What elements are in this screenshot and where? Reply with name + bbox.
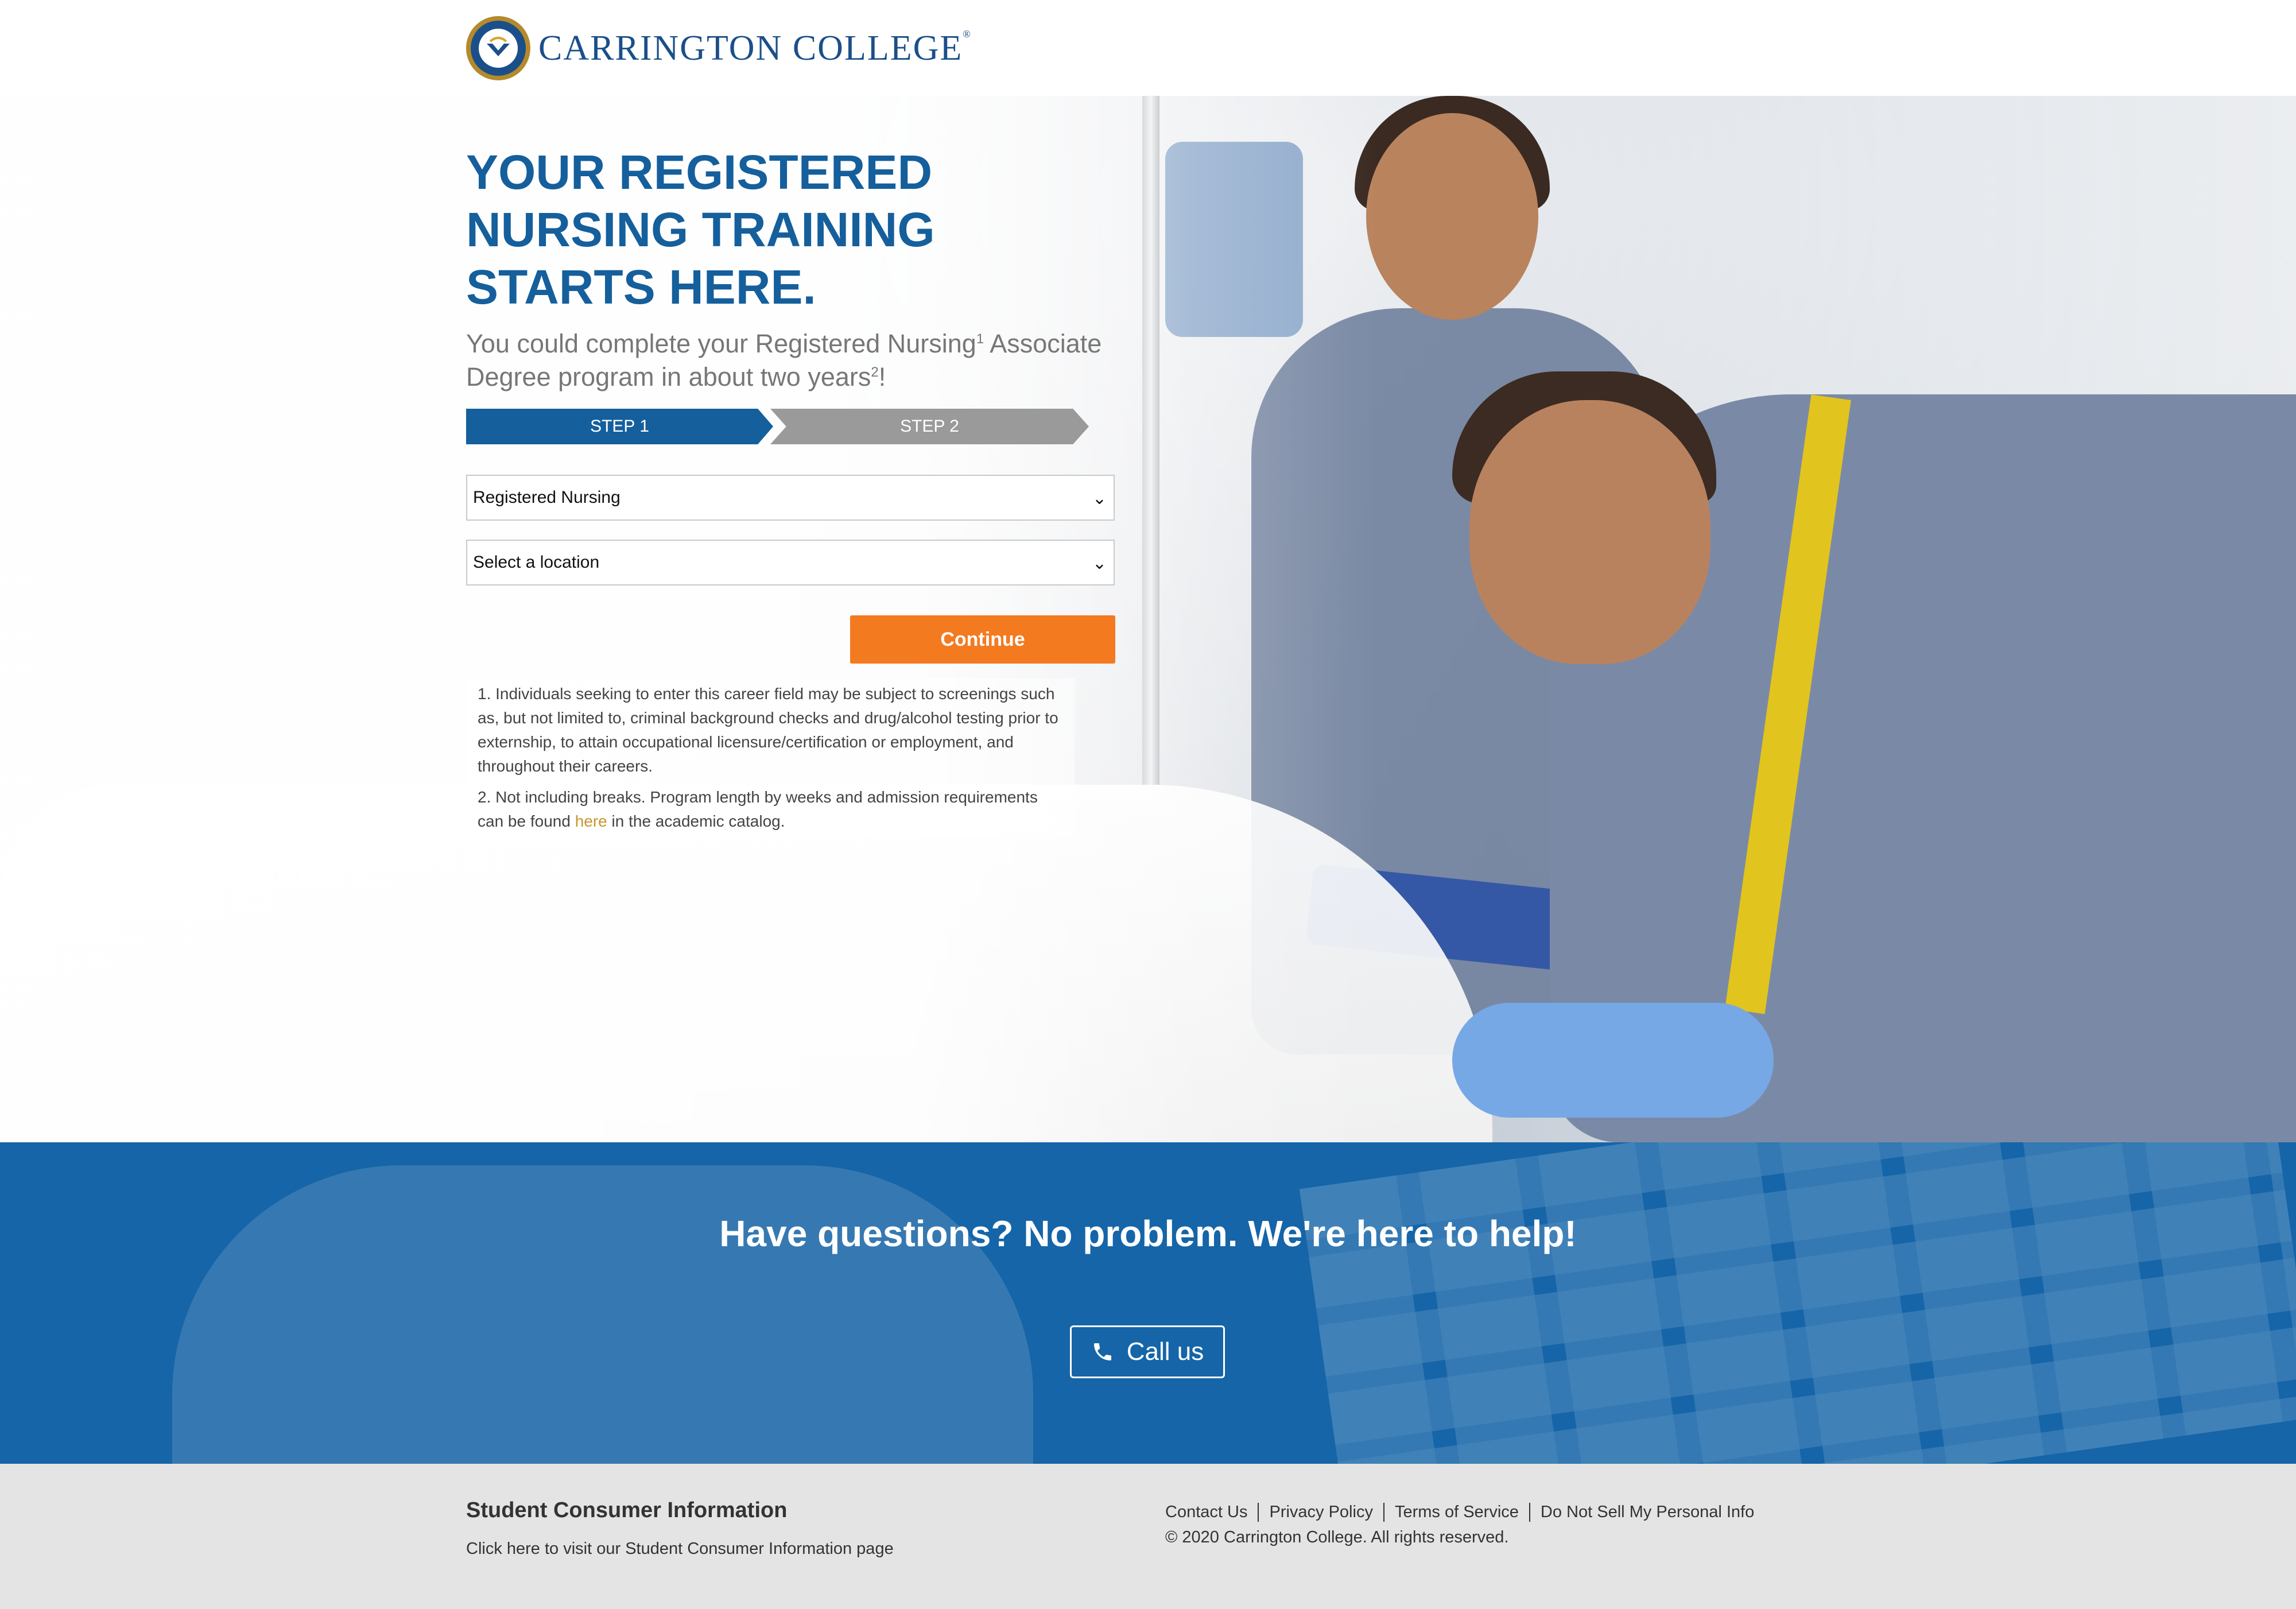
program-select[interactable]: Registered Nursing ⌄ [466, 475, 1115, 521]
footer-links: Contact Us Privacy Policy Terms of Servi… [1165, 1503, 1764, 1522]
page-title: YOUR REGISTERED NURSING TRAINING STARTS … [466, 145, 935, 314]
hero-copy: YOUR REGISTERED NURSING TRAINING STARTS … [466, 144, 1126, 391]
terms-of-service-link[interactable]: Terms of Service [1383, 1503, 1529, 1522]
help-section: Have questions? No problem. We're here t… [0, 1142, 2296, 1464]
carrington-logo[interactable]: CARRINGTON COLLEGE® [466, 15, 972, 82]
help-title: Have questions? No problem. We're here t… [719, 1213, 1577, 1254]
site-footer: Student Consumer Information Click here … [0, 1464, 2296, 1609]
location-select[interactable]: Select a location ⌄ [466, 540, 1115, 586]
copyright: © 2020 Carrington College. All rights re… [1165, 1528, 1509, 1546]
do-not-sell-link[interactable]: Do Not Sell My Personal Info [1529, 1503, 1764, 1522]
phone-icon [1093, 1343, 1111, 1360]
keyboard-background-image [1299, 1142, 2296, 1464]
student-consumer-title: Student Consumer Information [466, 1498, 788, 1522]
form-steps: STEP 1 STEP 2 [466, 409, 1089, 444]
hero-section [0, 96, 2296, 1142]
call-us-label: Call us [1126, 1337, 1204, 1366]
step-2-indicator: STEP 2 [770, 409, 1089, 444]
footnote-1: 1. Individuals seeking to enter this car… [466, 679, 1075, 782]
college-seal-icon [466, 16, 530, 80]
chevron-down-icon: ⌄ [1092, 489, 1107, 508]
catalog-link[interactable]: here [575, 812, 607, 830]
contact-us-link[interactable]: Contact Us [1165, 1503, 1258, 1522]
call-us-button[interactable]: Call us [1070, 1325, 1225, 1378]
location-select-value: Select a location [473, 553, 600, 572]
program-select-value: Registered Nursing [473, 488, 620, 507]
chevron-down-icon: ⌄ [1092, 554, 1107, 573]
trademark: ® [963, 28, 972, 40]
hero-subhead: You could complete your Registered Nursi… [466, 329, 1102, 391]
student-consumer-link[interactable]: Click here to visit our Student Consumer… [466, 1540, 894, 1558]
logo-text: CARRINGTON COLLEGE [538, 28, 963, 68]
site-header: CARRINGTON COLLEGE® [0, 0, 2296, 96]
step-1-indicator: STEP 1 [466, 409, 773, 444]
footnote-2: 2. Not including breaks. Program length … [466, 782, 1075, 837]
continue-button[interactable]: Continue [850, 615, 1115, 664]
privacy-policy-link[interactable]: Privacy Policy [1258, 1503, 1383, 1522]
